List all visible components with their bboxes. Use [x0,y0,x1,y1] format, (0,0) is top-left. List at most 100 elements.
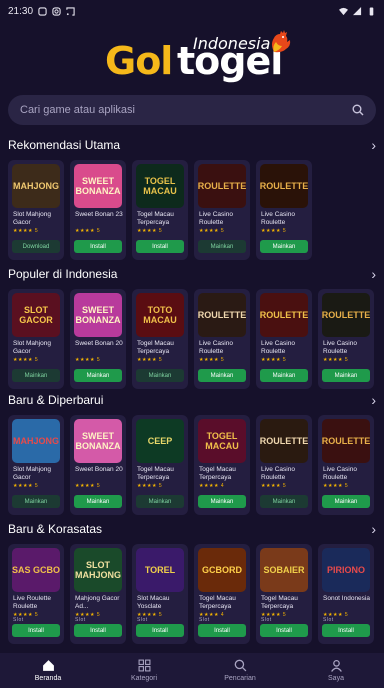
game-action-button[interactable]: Install [12,624,60,637]
game-thumbnail[interactable]: SWEET BONANZA [74,293,122,337]
game-card[interactable]: ROULETTE Live Casino Roulette ★★★★ 5 Mainka… [194,160,250,260]
section-header[interactable]: Baru & Diperbarui › [0,391,384,409]
game-action-button[interactable]: Install [198,624,246,637]
game-action-button[interactable]: Mainkan [198,240,246,253]
game-thumbnail[interactable]: TOTO MACAU [136,293,184,337]
game-card[interactable]: SWEET BONANZA Sweet Bonan 23 ★★★★ 5 Install [70,160,126,260]
game-card[interactable]: SLOT GACOR Slot Mahjong Gacor ★★★★ 5 Mainka… [8,289,64,389]
game-thumbnail[interactable]: ROULETTE [260,419,308,463]
game-title: Slot Mahjong Gacor [13,466,51,481]
game-card[interactable]: TOGEL MACAU Togel Macau Terpercaya ★★★★ 4 M… [194,415,250,515]
nav-item-search[interactable]: Pencarian [205,659,275,682]
game-card[interactable]: PIRIONO Sonot Indonesia ★★★★ 5 Slot Install [318,544,374,644]
game-card[interactable]: ROULETTE Live Casino Roulette ★★★★ 5 Mainka… [256,415,312,515]
game-thumbnail[interactable]: SWEET BONANZA [74,164,122,208]
game-action-button[interactable]: Mainkan [322,369,370,382]
game-card[interactable]: TOREL Slot Macau Yosclate ★★★★ 5 Slot Instal… [132,544,188,644]
game-thumbnail[interactable]: SLOT GACOR [12,293,60,337]
game-thumbnail[interactable]: SAS GCBO [12,548,60,592]
game-card[interactable]: SLOT MAHJONG Mahjong Gacor Ad... ★★★★ 5 Slo… [70,544,126,644]
game-action-button[interactable]: Install [74,240,122,253]
status-bar: 21:30 [0,0,384,22]
game-thumbnail[interactable]: SWEET BONANZA [74,419,122,463]
game-thumbnail[interactable]: MAHJONG [12,419,60,463]
game-rating: ★★★★ 5 [75,357,101,363]
game-thumbnail[interactable]: ROULETTE [260,164,308,208]
signal-icon [353,6,362,15]
game-action-button[interactable]: Install [74,624,122,637]
chevron-right-icon[interactable]: › [371,392,376,408]
game-action-button[interactable]: Mainkan [136,369,184,382]
game-card[interactable]: ROULETTE Live Casino Roulette ★★★★ 5 Mainka… [318,415,374,515]
game-thumbnail[interactable]: TOREL [136,548,184,592]
game-card[interactable]: GCBORD Togel Macau Terpercaya ★★★★ 4 Slot In… [194,544,250,644]
game-thumbnail[interactable]: ROULETTE [322,419,370,463]
game-card[interactable]: TOGEL MACAU Togel Macau Terpercaya ★★★★ 5 I… [132,160,188,260]
game-rating: ★★★★ 5 [199,228,225,234]
game-action-button[interactable]: Mainkan [12,369,60,382]
instagram-icon [52,6,61,16]
game-action-button[interactable]: Mainkan [260,369,308,382]
game-rating: ★★★★ 5 [13,228,39,234]
game-action-button[interactable]: Mainkan [74,495,122,508]
game-title: Live Casino Roulette [261,211,295,226]
game-card[interactable]: SAS GCBO Live Roulette Roulette ★★★★ 5 Slot… [8,544,64,644]
game-action-button[interactable]: Mainkan [322,495,370,508]
search-input[interactable]: Cari game atau aplikasi [20,104,135,116]
game-card[interactable]: ROULETTE Live Casino Roulette ★★★★ 5 Mainka… [256,160,312,260]
game-title: Live Casino Roulette [323,340,357,355]
game-thumbnail[interactable]: ROULETTE [198,293,246,337]
search-icon[interactable] [352,104,364,116]
game-action-button[interactable]: Install [322,624,370,637]
status-time: 21:30 [8,5,34,17]
game-thumbnail[interactable]: TOGEL MACAU [136,164,184,208]
game-thumbnail[interactable]: CEEP [136,419,184,463]
game-action-button[interactable]: Install [260,624,308,637]
game-thumbnail[interactable]: ROULETTE [260,293,308,337]
game-action-button[interactable]: Mainkan [198,495,246,508]
game-card[interactable]: CEEP Togel Macau Terpercaya ★★★★ 5 Mainkan [132,415,188,515]
section: Populer di Indonesia › SLOT GACOR Slot Mahj… [0,265,384,389]
game-card[interactable]: ROULETTE Live Casino Roulette ★★★★ 5 Mainka… [194,289,250,389]
game-thumbnail[interactable]: MAHJONG [12,164,60,208]
nav-item-profile[interactable]: Saya [301,659,371,682]
section-header[interactable]: Rekomendasi Utama › [0,136,384,154]
card-row: SAS GCBO Live Roulette Roulette ★★★★ 5 Slot… [0,544,384,644]
game-action-button[interactable]: Install [136,624,184,637]
search-bar[interactable]: Cari game atau aplikasi [8,95,376,125]
game-rating: ★★★★ 5 [323,483,349,489]
game-card[interactable]: ROULETTE Live Casino Roulette ★★★★ 5 Mainka… [256,289,312,389]
game-thumbnail[interactable]: SOBAIER [260,548,308,592]
game-title: Togel Macau Terpercaya [137,340,174,355]
game-action-button[interactable]: Mainkan [74,369,122,382]
nav-item-categories[interactable]: Kategori [109,659,179,682]
search-icon [234,659,246,672]
game-action-button[interactable]: Mainkan [260,495,308,508]
game-card[interactable]: TOTO MACAU Togel Macau Terpercaya ★★★★ 5 Ma… [132,289,188,389]
game-thumbnail[interactable]: TOGEL MACAU [198,419,246,463]
game-card[interactable]: MAHJONG Slot Mahjong Gacor ★★★★ 5 Mainkan [8,415,64,515]
game-thumbnail[interactable]: PIRIONO [322,548,370,592]
game-action-button[interactable]: Mainkan [260,240,308,253]
game-action-button[interactable]: Mainkan [136,495,184,508]
game-card[interactable]: SWEET BONANZA Sweet Bonan 20 ★★★★ 5 Mainkan [70,289,126,389]
chevron-right-icon[interactable]: › [371,266,376,282]
nav-item-home[interactable]: Beranda [13,659,83,682]
chevron-right-icon[interactable]: › [371,521,376,537]
notification-icon [38,6,47,16]
game-action-button[interactable]: Mainkan [198,369,246,382]
game-thumbnail[interactable]: ROULETTE [322,293,370,337]
game-action-button[interactable]: Mainkan [12,495,60,508]
game-action-button[interactable]: Download [12,240,60,253]
game-action-button[interactable]: Install [136,240,184,253]
game-thumbnail[interactable]: ROULETTE [198,164,246,208]
game-card[interactable]: SOBAIER Togel Macau Terpercaya ★★★★ 5 Slot I… [256,544,312,644]
game-card[interactable]: SWEET BONANZA Sweet Bonan 20 ★★★★ 5 Mainkan [70,415,126,515]
game-thumbnail[interactable]: GCBORD [198,548,246,592]
game-thumbnail[interactable]: SLOT MAHJONG [74,548,122,592]
chevron-right-icon[interactable]: › [371,137,376,153]
section-header[interactable]: Populer di Indonesia › [0,265,384,283]
game-card[interactable]: ROULETTE Live Casino Roulette ★★★★ 5 Mainka… [318,289,374,389]
section-header[interactable]: Baru & Korasatas › [0,520,384,538]
game-card[interactable]: MAHJONG Slot Mahjong Gacor ★★★★ 5 Download [8,160,64,260]
